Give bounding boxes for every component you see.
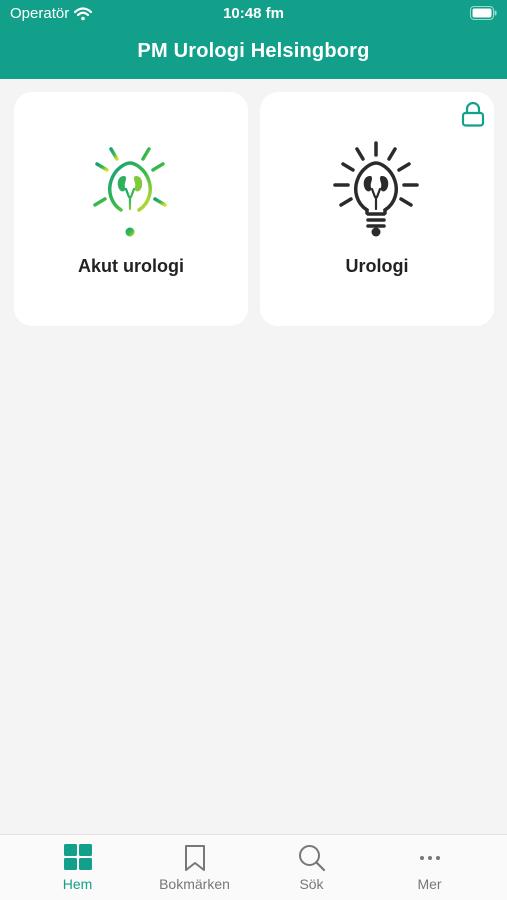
card-label: Urologi [345, 256, 409, 276]
tab-bar: Hem Bokmärken Sök Mer [0, 834, 507, 900]
tab-label: Mer [417, 876, 442, 892]
card-label: Akut urologi [78, 256, 184, 276]
tab-label: Hem [62, 876, 93, 892]
card-akut-urologi[interactable]: Akut urologi [14, 92, 248, 326]
tab-hem[interactable]: Hem [14, 835, 141, 900]
tab-mer[interactable]: Mer [366, 835, 493, 900]
bookmark-icon [184, 845, 205, 871]
status-time: 10:48 fm [223, 5, 284, 22]
lock-icon [461, 102, 485, 127]
grid-icon [63, 844, 92, 870]
tab-label: Bokmärken [159, 876, 230, 892]
page-title: PM Urologi Helsingborg [137, 40, 370, 62]
tab-sok[interactable]: Sök [248, 835, 375, 900]
battery-icon [470, 6, 497, 20]
kidney-lightbulb-icon [333, 141, 419, 237]
tab-bokmarken[interactable]: Bokmärken [131, 835, 258, 900]
card-urologi[interactable]: Urologi [260, 92, 494, 326]
tab-label: Sök [299, 876, 324, 892]
kidney-lightbulb-icon [87, 141, 173, 237]
search-icon [298, 845, 325, 872]
status-bar: Operatör 10:48 fm [0, 0, 507, 28]
app-header: Operatör 10:48 fm PM Urologi Helsingborg [0, 0, 507, 79]
more-icon [419, 856, 440, 860]
